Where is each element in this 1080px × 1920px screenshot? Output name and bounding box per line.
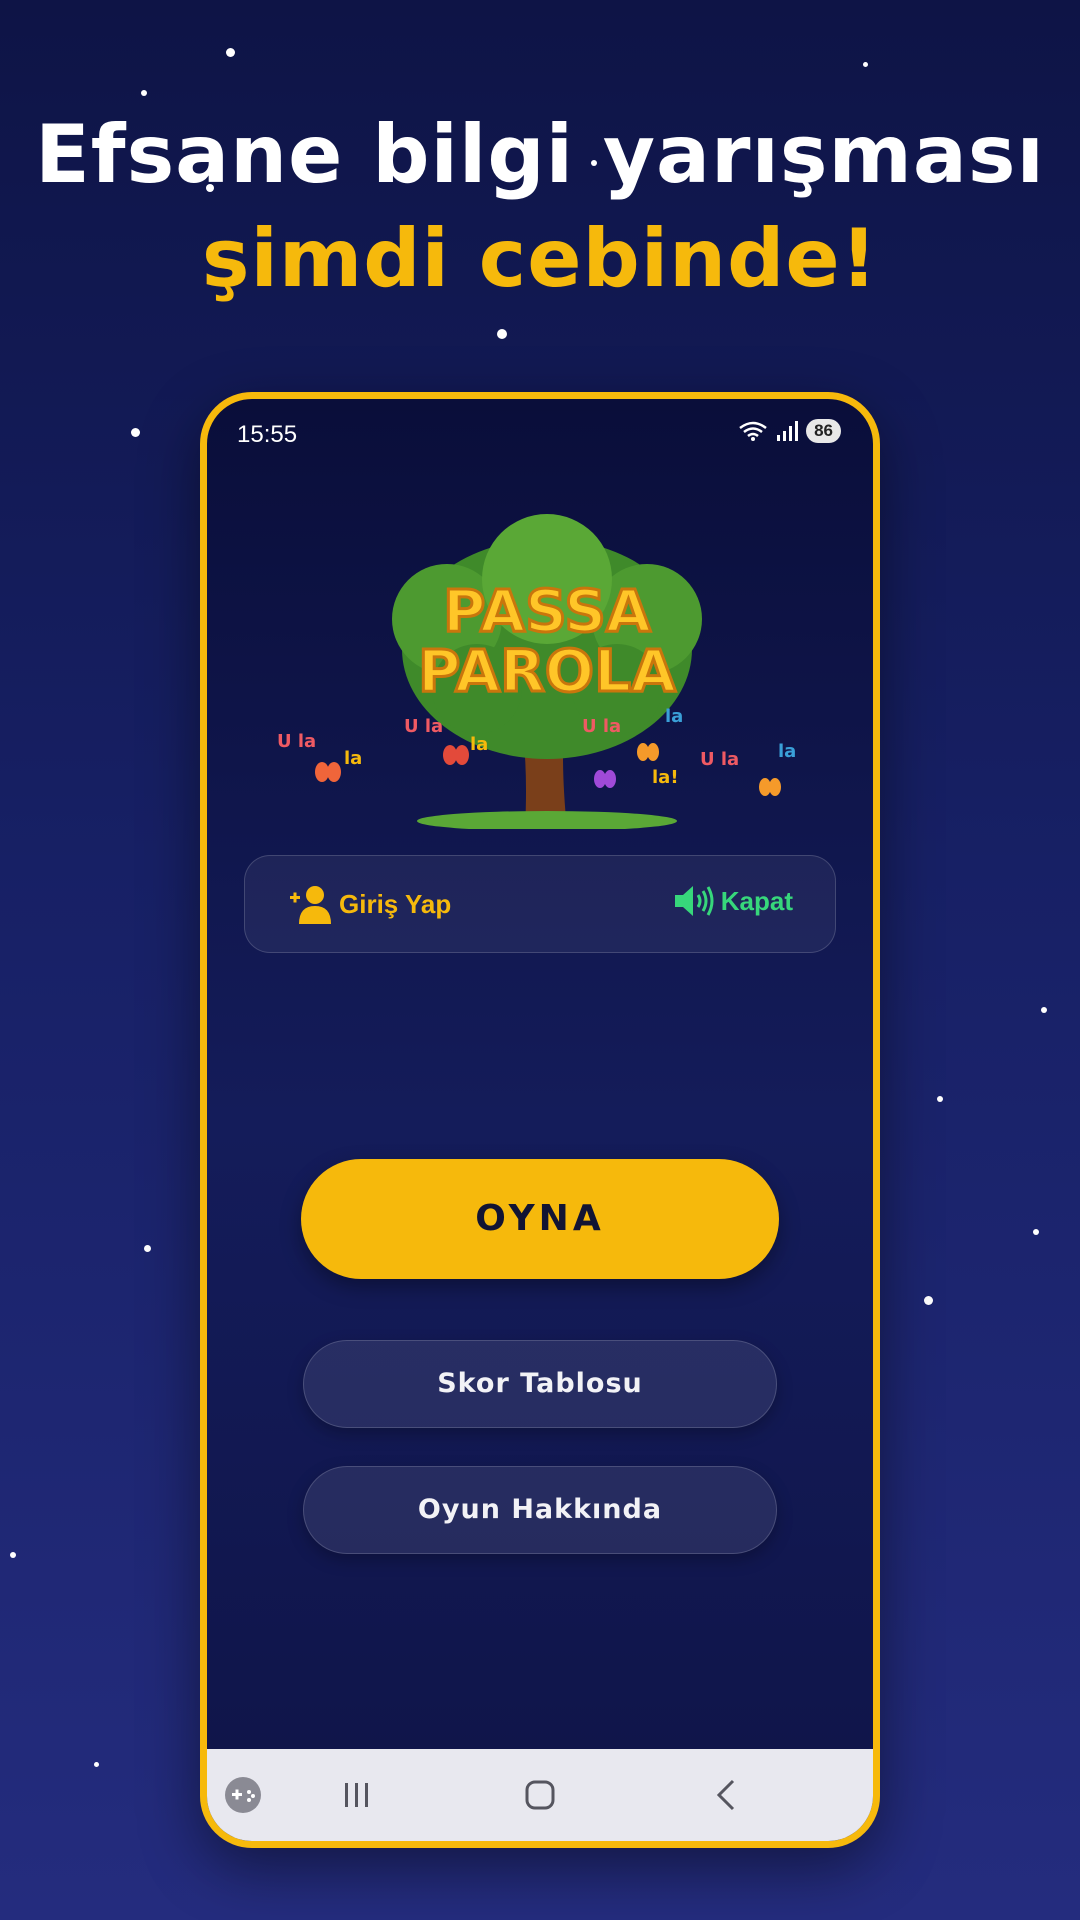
top-bar: Giriş Yap Kapat xyxy=(244,855,836,953)
butterfly-icon xyxy=(315,762,341,782)
login-label: Giriş Yap xyxy=(339,888,452,919)
logo-word: U la xyxy=(700,749,739,770)
home-icon[interactable] xyxy=(520,1775,560,1815)
logo-title-1: PASSA xyxy=(443,577,651,645)
star xyxy=(937,1096,943,1102)
star xyxy=(141,90,147,96)
star xyxy=(924,1296,933,1305)
star xyxy=(1041,1007,1047,1013)
logo-word: la xyxy=(344,748,362,769)
logo-word: la xyxy=(778,741,796,762)
logo-word: U la xyxy=(404,716,443,737)
star xyxy=(10,1552,16,1558)
back-icon[interactable] xyxy=(707,1775,747,1815)
logo-word: la xyxy=(665,706,683,727)
logo-word: la! xyxy=(652,767,679,788)
star xyxy=(497,329,507,339)
logo-word: U la xyxy=(582,716,621,737)
recents-icon[interactable] xyxy=(337,1775,377,1815)
star xyxy=(144,1245,151,1252)
status-icons: 86 xyxy=(738,419,841,443)
star xyxy=(1033,1229,1039,1235)
star xyxy=(94,1762,99,1767)
butterfly-icon xyxy=(759,778,781,796)
star xyxy=(226,48,235,57)
passaparola-logo: PASSA PAROLA U la la U la la U la la la!… xyxy=(277,514,796,829)
about-game-button[interactable]: Oyun Hakkında xyxy=(303,1466,777,1554)
star xyxy=(863,62,868,67)
logo-word: la xyxy=(470,734,488,755)
logo-title-2: PAROLA xyxy=(418,637,676,705)
signal-icon xyxy=(777,421,799,441)
game-launcher-icon[interactable] xyxy=(223,1775,263,1815)
wifi-icon xyxy=(739,421,767,441)
add-user-icon xyxy=(290,886,331,924)
star xyxy=(131,428,140,437)
battery-icon: 86 xyxy=(806,419,841,443)
headline-line-1: Efsane bilgi yarışması xyxy=(35,108,1045,201)
butterfly-icon xyxy=(637,743,659,761)
play-button[interactable]: OYNA xyxy=(301,1159,779,1279)
sound-label: Kapat xyxy=(720,885,793,916)
butterfly-icon xyxy=(594,770,616,788)
speaker-icon xyxy=(674,886,714,916)
system-nav-bar xyxy=(207,1749,873,1841)
butterfly-icon xyxy=(443,745,469,765)
logo-word: U la xyxy=(277,731,316,752)
scoreboard-button[interactable]: Skor Tablosu xyxy=(303,1340,777,1428)
status-time: 15:55 xyxy=(237,421,298,448)
headline-line-2: şimdi cebinde! xyxy=(201,212,879,305)
phone-frame: 15:55 86 PASSA PAROLA U la la U la la U … xyxy=(200,392,880,1848)
sound-toggle-button[interactable]: Kapat xyxy=(673,884,793,918)
login-button[interactable]: Giriş Yap xyxy=(289,884,451,924)
